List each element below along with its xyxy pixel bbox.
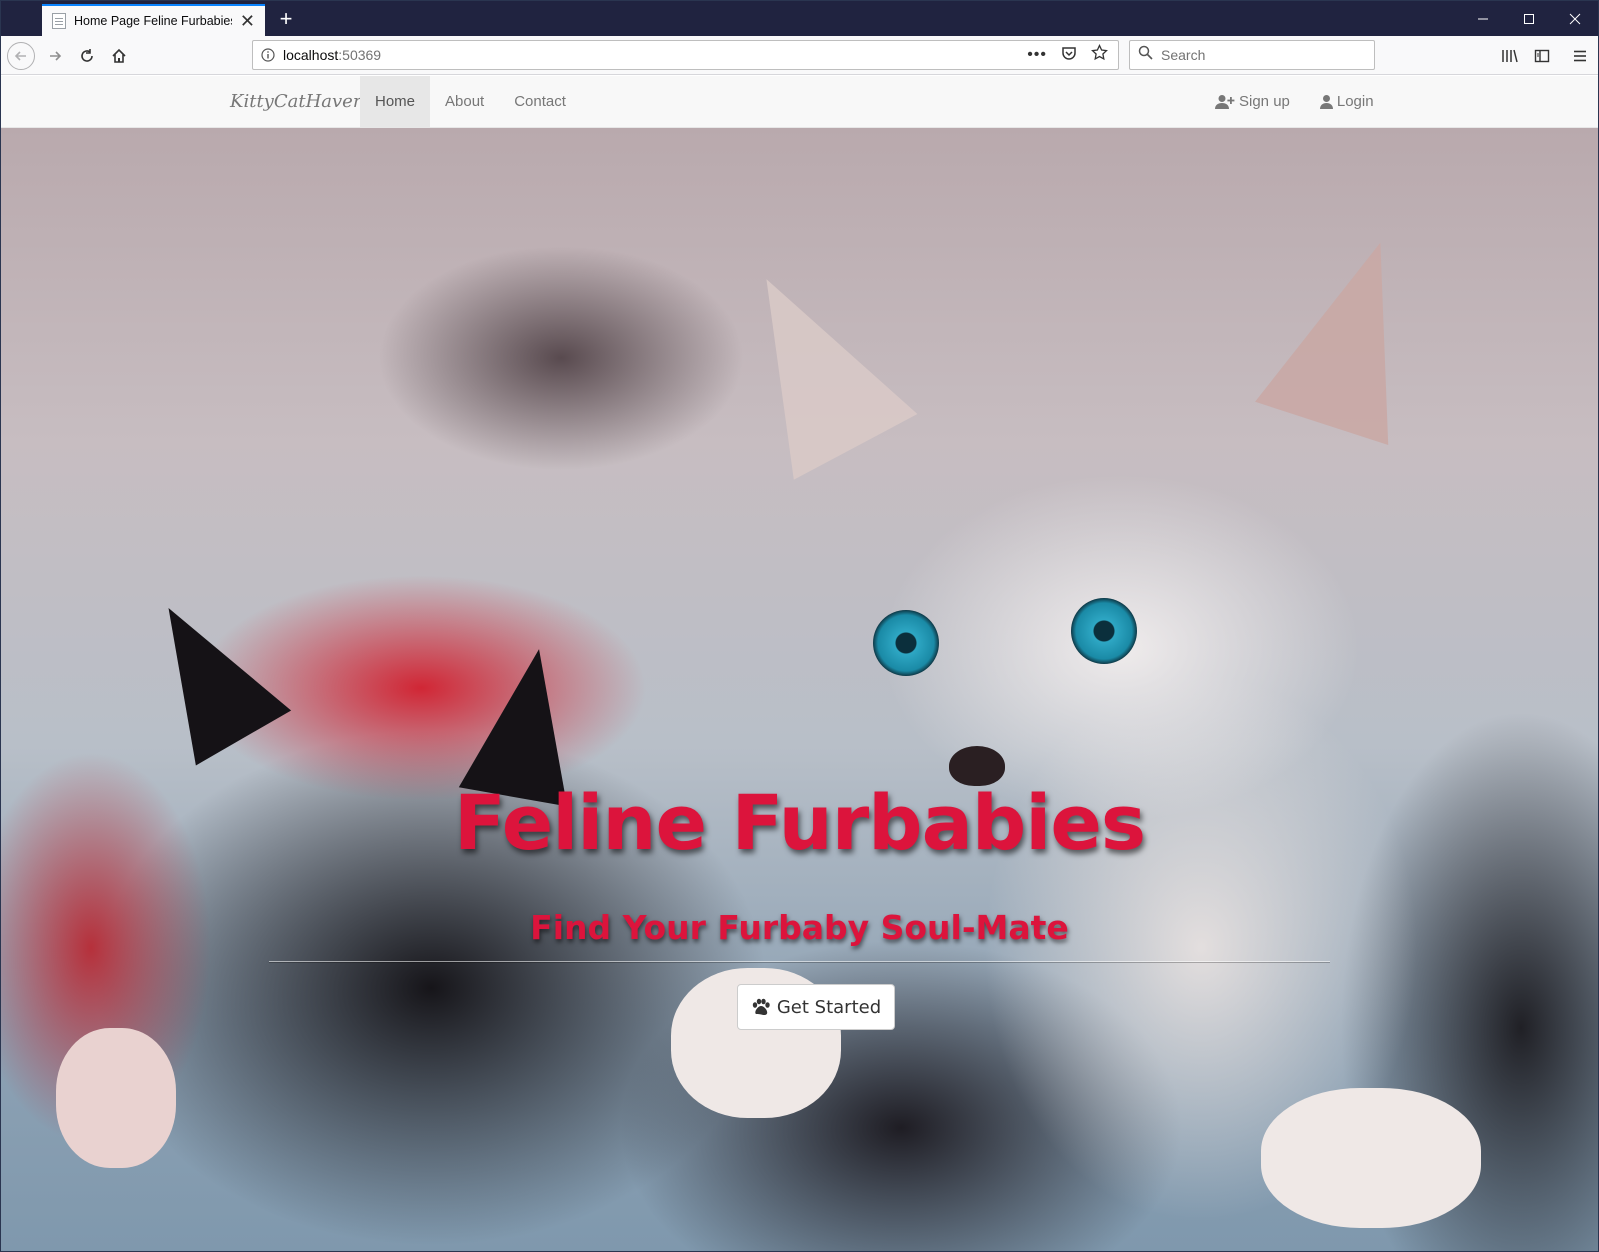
nav-about-link[interactable]: About [430, 76, 499, 127]
page-viewport: KittyCatHaven Home About Contact Sign up… [1, 76, 1598, 1251]
paw-icon [752, 998, 770, 1015]
home-icon[interactable] [105, 42, 133, 70]
url-text: localhost:50369 [283, 47, 1027, 63]
search-icon [1138, 45, 1153, 65]
login-label: Login [1336, 93, 1374, 110]
browser-window: Home Page Feline Furbabies ✕ + localhost… [0, 0, 1599, 1252]
nav-login-link[interactable]: Login [1305, 76, 1389, 127]
browser-tab[interactable]: Home Page Feline Furbabies ✕ [42, 4, 265, 36]
close-tab-icon[interactable]: ✕ [240, 12, 255, 30]
window-controls [1460, 1, 1598, 36]
hero-title: Feline Furbabies [453, 778, 1146, 867]
forward-arrow-icon[interactable] [41, 42, 69, 70]
page-favicon-icon [52, 13, 66, 29]
sidebar-toggle-icon[interactable] [1528, 42, 1556, 70]
address-bar[interactable]: localhost:50369 ••• [252, 40, 1119, 70]
reload-icon[interactable] [73, 42, 101, 70]
bookmark-star-icon[interactable] [1091, 43, 1108, 66]
hamburger-menu-icon[interactable] [1566, 42, 1594, 70]
hero-content: Feline Furbabies Find Your Furbaby Soul-… [1, 128, 1598, 1251]
library-icon[interactable] [1496, 42, 1524, 70]
nav-contact-link[interactable]: Contact [499, 76, 581, 127]
site-navbar: KittyCatHaven Home About Contact Sign up… [1, 76, 1598, 128]
hero-subtitle: Find Your Furbaby Soul-Mate [530, 908, 1069, 947]
back-arrow-icon[interactable] [7, 42, 35, 70]
hero-divider [269, 961, 1330, 962]
search-input[interactable] [1161, 47, 1361, 63]
new-tab-button[interactable]: + [271, 4, 301, 34]
nav-signup-link[interactable]: Sign up [1200, 76, 1305, 127]
signup-label: Sign up [1239, 93, 1290, 110]
user-icon [1319, 94, 1333, 109]
search-bar[interactable] [1129, 40, 1375, 70]
url-port: :50369 [338, 47, 382, 63]
maximize-icon[interactable] [1506, 1, 1552, 36]
get-started-button[interactable]: Get Started [737, 984, 895, 1030]
url-host: localhost [283, 47, 339, 63]
pocket-icon[interactable] [1061, 45, 1077, 66]
page-actions-icon[interactable]: ••• [1027, 46, 1047, 64]
title-bar: Home Page Feline Furbabies ✕ + [1, 1, 1598, 36]
nav-home-link[interactable]: Home [360, 76, 431, 127]
minimize-icon[interactable] [1460, 1, 1506, 36]
user-plus-icon [1215, 94, 1235, 109]
close-window-icon[interactable] [1552, 1, 1598, 36]
site-brand[interactable]: KittyCatHaven [230, 91, 364, 112]
browser-toolbar: localhost:50369 ••• [1, 36, 1598, 75]
tab-title: Home Page Feline Furbabies [74, 14, 232, 28]
get-started-label: Get Started [776, 996, 882, 1018]
hero-background-image: Feline Furbabies Find Your Furbaby Soul-… [1, 128, 1598, 1251]
site-info-icon[interactable] [253, 48, 283, 62]
